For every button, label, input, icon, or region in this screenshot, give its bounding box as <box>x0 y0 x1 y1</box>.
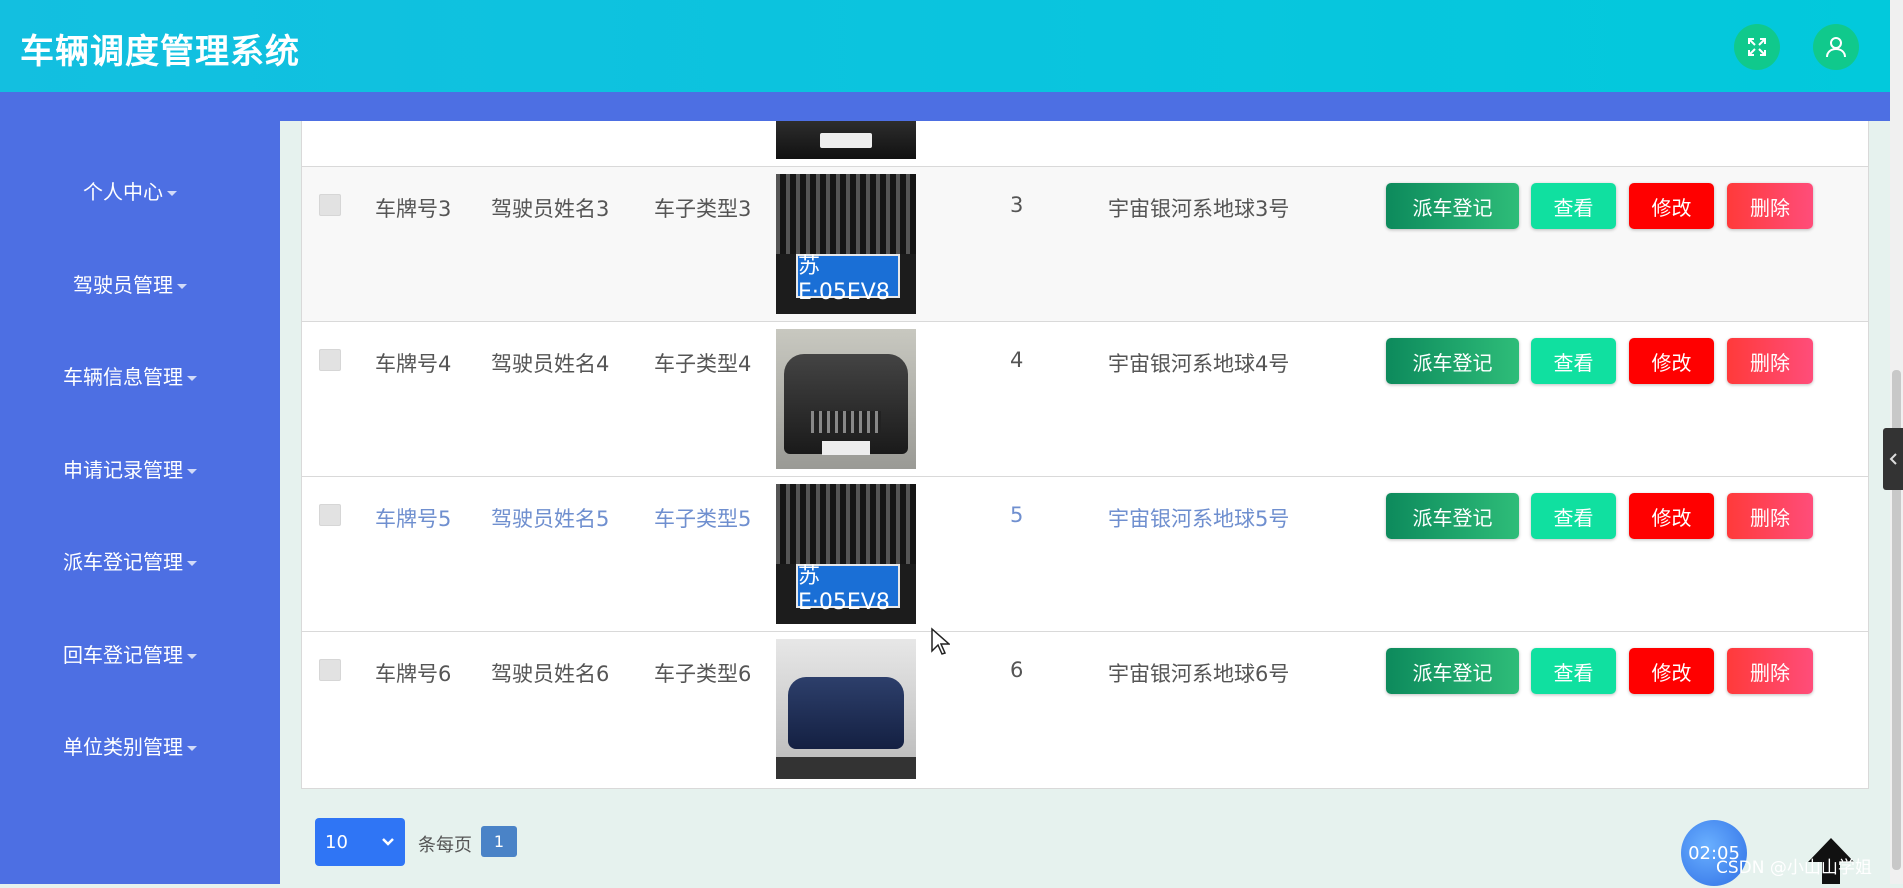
row-checkbox[interactable] <box>319 194 341 216</box>
vehicle-table: 车牌号3 驾驶员姓名3 车子类型3 苏E·05EV8 3 宇宙银河系地球3号 派… <box>301 121 1869 789</box>
plate-number-cell: 车牌号6 <box>375 662 452 686</box>
dispatch-register-button[interactable]: 派车登记 <box>1386 338 1519 384</box>
sidebar-item-label: 个人中心 <box>83 180 163 204</box>
sidebar-item-label: 车辆信息管理 <box>63 365 183 389</box>
expand-icon <box>1748 38 1766 56</box>
watermark-text: CSDN @小山山学姐 <box>1716 858 1872 878</box>
page-size-value: 10 <box>325 831 348 853</box>
number-cell: 3 <box>1010 193 1024 217</box>
table-row: 车牌号5 驾驶员姓名5 车子类型5 苏E·05EV8 5 宇宙银河系地球5号 派… <box>302 476 1868 632</box>
row-checkbox[interactable] <box>319 349 341 371</box>
edit-button[interactable]: 修改 <box>1629 338 1714 384</box>
collapse-side-tab[interactable] <box>1883 428 1903 490</box>
view-button[interactable]: 查看 <box>1531 493 1616 539</box>
sidebar-item-application-records[interactable]: 申请记录管理 <box>0 454 260 483</box>
dispatch-register-button[interactable]: 派车登记 <box>1386 493 1519 539</box>
header-subbar <box>0 92 1890 121</box>
caret-down-icon <box>187 376 197 381</box>
license-plate-photo: 苏E·05EV8 <box>776 174 916 314</box>
dispatch-register-button[interactable]: 派车登记 <box>1386 648 1519 694</box>
address-cell: 宇宙银河系地球4号 <box>1108 352 1290 376</box>
number-cell: 5 <box>1010 503 1024 527</box>
page-size-select[interactable]: 10 <box>315 818 405 866</box>
edit-button[interactable]: 修改 <box>1629 493 1714 539</box>
user-icon <box>1826 37 1846 58</box>
address-cell: 宇宙银河系地球3号 <box>1108 197 1290 221</box>
row-checkbox[interactable] <box>319 504 341 526</box>
edit-button[interactable]: 修改 <box>1629 648 1714 694</box>
caret-down-icon <box>187 654 197 659</box>
sidebar-item-unit-category[interactable]: 单位类别管理 <box>0 731 260 760</box>
car-type-cell: 车子类型3 <box>654 197 752 221</box>
table-row: 车牌号3 驾驶员姓名3 车子类型3 苏E·05EV8 3 宇宙银河系地球3号 派… <box>302 166 1868 322</box>
sidebar-item-personal-center[interactable]: 个人中心 <box>0 176 260 205</box>
view-button[interactable]: 查看 <box>1531 338 1616 384</box>
caret-down-icon <box>187 469 197 474</box>
table-row: 车牌号6 驾驶员姓名6 车子类型6 6 宇宙银河系地球6号 派车登记 查看 修改… <box>302 631 1868 787</box>
user-menu-button[interactable] <box>1813 24 1859 70</box>
per-page-label: 条每页 <box>418 835 472 856</box>
caret-down-icon <box>167 191 177 196</box>
delete-button[interactable]: 删除 <box>1727 183 1813 229</box>
sidebar-item-label: 驾驶员管理 <box>73 273 173 297</box>
caret-down-icon <box>177 284 187 289</box>
driver-name-cell: 驾驶员姓名4 <box>491 352 610 376</box>
caret-down-icon <box>187 561 197 566</box>
page-number-button[interactable]: 1 <box>481 826 517 857</box>
car-photo <box>776 121 916 159</box>
driver-name-cell: 驾驶员姓名6 <box>491 662 610 686</box>
address-cell: 宇宙银河系地球6号 <box>1108 662 1290 686</box>
caret-down-icon <box>187 746 197 751</box>
blue-car-photo <box>776 639 916 779</box>
sidebar-item-driver-management[interactable]: 驾驶员管理 <box>0 269 260 298</box>
mouse-cursor-icon <box>931 627 950 655</box>
license-plate-photo: 苏E·05EV8 <box>776 484 916 624</box>
sidebar-item-label: 回车登记管理 <box>63 643 183 667</box>
dispatch-register-button[interactable]: 派车登记 <box>1386 183 1519 229</box>
table-row-partial <box>302 121 1868 166</box>
number-cell: 4 <box>1010 348 1024 372</box>
delete-button[interactable]: 删除 <box>1727 493 1813 539</box>
car-front-photo <box>776 329 916 469</box>
number-cell: 6 <box>1010 658 1024 682</box>
sidebar-item-label: 单位类别管理 <box>63 735 183 759</box>
view-button[interactable]: 查看 <box>1531 648 1616 694</box>
chevron-down-icon <box>382 838 394 846</box>
plate-number-cell: 车牌号3 <box>375 197 452 221</box>
driver-name-cell: 驾驶员姓名5 <box>491 507 610 531</box>
sidebar-item-label: 派车登记管理 <box>63 550 183 574</box>
top-header: 车辆调度管理系统 <box>0 0 1890 92</box>
edit-button[interactable]: 修改 <box>1629 183 1714 229</box>
sidebar-item-vehicle-info[interactable]: 车辆信息管理 <box>0 361 260 390</box>
table-row: 车牌号4 驾驶员姓名4 车子类型4 4 宇宙银河系地球4号 派车登记 查看 修改… <box>302 321 1868 477</box>
driver-name-cell: 驾驶员姓名3 <box>491 197 610 221</box>
view-button[interactable]: 查看 <box>1531 183 1616 229</box>
chevron-left-icon <box>1889 453 1897 465</box>
plate-number-cell: 车牌号4 <box>375 352 452 376</box>
fullscreen-button[interactable] <box>1734 24 1780 70</box>
car-type-cell: 车子类型4 <box>654 352 752 376</box>
delete-button[interactable]: 删除 <box>1727 648 1813 694</box>
app-title: 车辆调度管理系统 <box>20 32 300 72</box>
delete-button[interactable]: 删除 <box>1727 338 1813 384</box>
car-type-cell: 车子类型5 <box>654 507 752 531</box>
row-checkbox[interactable] <box>319 659 341 681</box>
address-cell: 宇宙银河系地球5号 <box>1108 507 1290 531</box>
sidebar-item-return-registration[interactable]: 回车登记管理 <box>0 639 260 668</box>
plate-number-cell: 车牌号5 <box>375 507 452 531</box>
car-type-cell: 车子类型6 <box>654 662 752 686</box>
sidebar: 个人中心 驾驶员管理 车辆信息管理 申请记录管理 派车登记管理 回车登记管理 单… <box>0 121 280 884</box>
main-content: 车牌号3 驾驶员姓名3 车子类型3 苏E·05EV8 3 宇宙银河系地球3号 派… <box>280 121 1890 884</box>
sidebar-item-label: 申请记录管理 <box>63 458 183 482</box>
sidebar-item-dispatch-registration[interactable]: 派车登记管理 <box>0 546 260 575</box>
